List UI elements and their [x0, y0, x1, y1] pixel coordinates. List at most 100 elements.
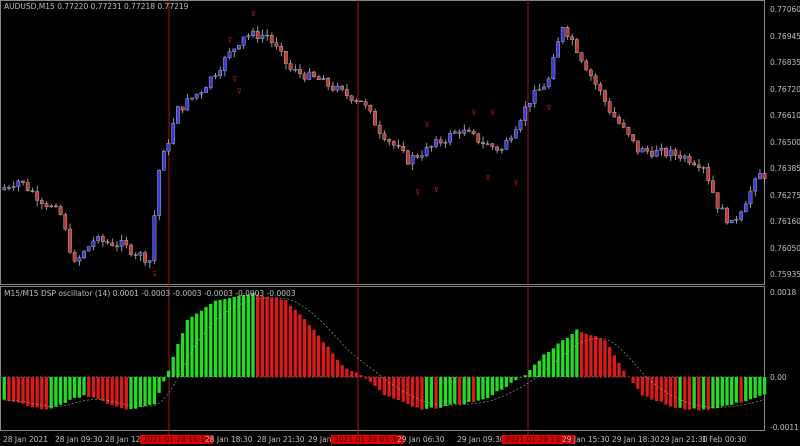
oscillator-bar	[664, 377, 668, 405]
candle-body	[593, 75, 598, 85]
fractal-marker: ⊽	[434, 186, 439, 194]
chart-window[interactable]: ⊽ ⊽ ⊽ ⊽ ⊽ ⊽ ⊽ ⊽ ⊽ ⊽ ⊽ ⊽ ⊽ AUDUSD,M15 0.77220 0.77231…	[0, 0, 800, 446]
oscillator-bar	[748, 377, 753, 400]
candle-body	[673, 149, 678, 156]
symbol-header: AUDUSD,M15 0.77220 0.77231 0.77218 0.772…	[4, 2, 189, 11]
candle-body	[105, 241, 110, 244]
chart-canvas[interactable]: ⊽⊽⊽⊽⊽⊽⊽⊽⊽⊽⊽⊽⊽	[0, 0, 800, 446]
candle-body	[734, 219, 739, 221]
oscillator-bar	[237, 295, 241, 377]
oscillator-bar	[514, 377, 518, 381]
candle-body	[49, 205, 54, 208]
fractal-marker: ⊽	[251, 10, 256, 18]
candle-body	[194, 93, 199, 99]
candle-body	[612, 112, 617, 118]
oscillator-bar	[396, 377, 401, 401]
candle-body	[565, 27, 570, 37]
candle-body	[551, 57, 556, 80]
oscillator-bar	[63, 377, 67, 403]
oscillator-bar	[762, 377, 767, 395]
oscillator-bar	[129, 377, 133, 410]
price-tick-label: 0.76500	[770, 137, 800, 147]
candle-body	[269, 35, 274, 44]
candle-body	[668, 149, 673, 157]
oscillator-bar	[683, 377, 687, 410]
oscillator-bar	[758, 377, 762, 396]
fractal-marker: ⊽	[546, 104, 551, 112]
oscillator-bar	[265, 296, 269, 377]
oscillator-bar	[223, 299, 227, 377]
candle-body	[687, 155, 692, 164]
fractal-marker: ⊽	[485, 174, 490, 182]
candle-body	[420, 155, 424, 158]
oscillator-bar	[232, 296, 236, 377]
candle-body	[190, 97, 194, 100]
time-tick-label: 29 Jan 09:30	[457, 435, 505, 444]
oscillator-bar	[490, 377, 494, 396]
oscillator-bar	[448, 377, 452, 405]
candle-body	[100, 236, 105, 242]
oscillator-bar	[157, 377, 161, 393]
candle-body	[758, 173, 762, 180]
candle-body	[743, 203, 748, 213]
candle-body	[523, 106, 528, 121]
candle-body	[368, 105, 373, 112]
oscillator-bar	[124, 377, 128, 410]
oscillator-bar	[368, 377, 372, 382]
oscillator-bar	[608, 347, 612, 377]
candle-body	[58, 206, 63, 215]
oscillator-bar	[148, 377, 152, 406]
candle-body	[631, 134, 635, 142]
oscillator-bar	[326, 346, 330, 377]
price-tick-label: 0.76160	[770, 217, 800, 226]
oscillator-frame	[0, 286, 765, 431]
oscillator-bar	[143, 377, 147, 407]
candle-body	[762, 173, 767, 179]
oscillator-bar	[575, 329, 579, 377]
oscillator-bar	[115, 377, 119, 407]
time-tick-label: 29 Jan 15:30	[562, 435, 610, 444]
oscillator-bar	[579, 332, 584, 377]
oscillator-bar	[471, 377, 476, 403]
candle-body	[654, 150, 659, 157]
oscillator-bar	[312, 329, 316, 377]
candle-body	[143, 252, 147, 263]
candle-body	[133, 254, 138, 256]
candle-body	[682, 155, 687, 159]
candle-body	[255, 30, 260, 39]
oscillator-bar	[678, 377, 682, 408]
candle-body	[485, 143, 490, 146]
oscillator-bar	[669, 377, 673, 407]
oscillator-bar	[54, 377, 58, 407]
oscillator-bar	[185, 319, 189, 377]
oscillator-bar	[406, 377, 410, 404]
oscillator-bar	[443, 377, 448, 407]
candle-body	[326, 77, 330, 87]
oscillator-bar	[739, 377, 743, 403]
candle-body	[115, 245, 119, 248]
oscillator-bar	[279, 299, 283, 377]
candle-body	[513, 129, 518, 139]
oscillator-bar	[434, 377, 438, 409]
price-tick-label: 0.76610	[770, 111, 800, 120]
candle-body	[373, 110, 377, 126]
oscillator-bar	[26, 377, 30, 407]
candle-body	[345, 89, 349, 97]
price-tick-label: 0.76835	[770, 58, 800, 67]
oscillator-bar	[274, 297, 279, 377]
oscillator-bar	[241, 295, 246, 377]
candle-body	[288, 63, 293, 70]
oscillator-bar	[462, 377, 466, 405]
candle-body	[293, 69, 298, 71]
oscillator-bar	[504, 377, 509, 387]
candle-body	[490, 143, 495, 148]
candle-body	[711, 180, 715, 193]
candle-body	[635, 140, 640, 153]
candle-body	[720, 207, 725, 210]
fractal-marker: ⊽	[514, 179, 519, 187]
fractal-marker: ⊽	[424, 121, 429, 129]
candle-body	[678, 155, 682, 159]
oscillator-bar	[16, 377, 20, 403]
price-tick-label: 0.76050	[770, 243, 800, 253]
candle-body	[753, 178, 758, 192]
